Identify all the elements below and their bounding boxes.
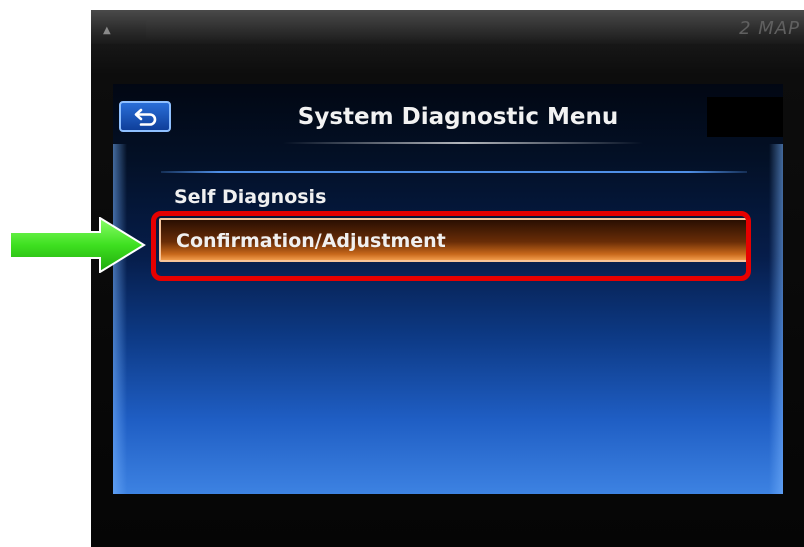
menu-item-label: Self Diagnosis: [174, 186, 327, 208]
back-return-icon: [134, 108, 157, 126]
redaction-box: [707, 97, 783, 137]
red-highlight-box: [151, 211, 751, 281]
screen-glow-right: [769, 144, 783, 494]
green-right-arrow-icon: [9, 217, 146, 273]
display-screen: System Diagnostic Menu Self Diagnosis Co…: [113, 84, 783, 494]
eject-icon[interactable]: ▲: [103, 26, 111, 36]
brand-label: 2 MAP: [739, 18, 800, 39]
disc-slot: [146, 20, 746, 40]
screen-glow-left: [113, 144, 127, 494]
divider: [161, 171, 747, 173]
head-unit-top-strip: ▲ 2 MAP: [91, 10, 804, 44]
back-button[interactable]: [119, 101, 171, 132]
page-title: System Diagnostic Menu: [297, 104, 619, 130]
title-underline: [283, 142, 643, 144]
